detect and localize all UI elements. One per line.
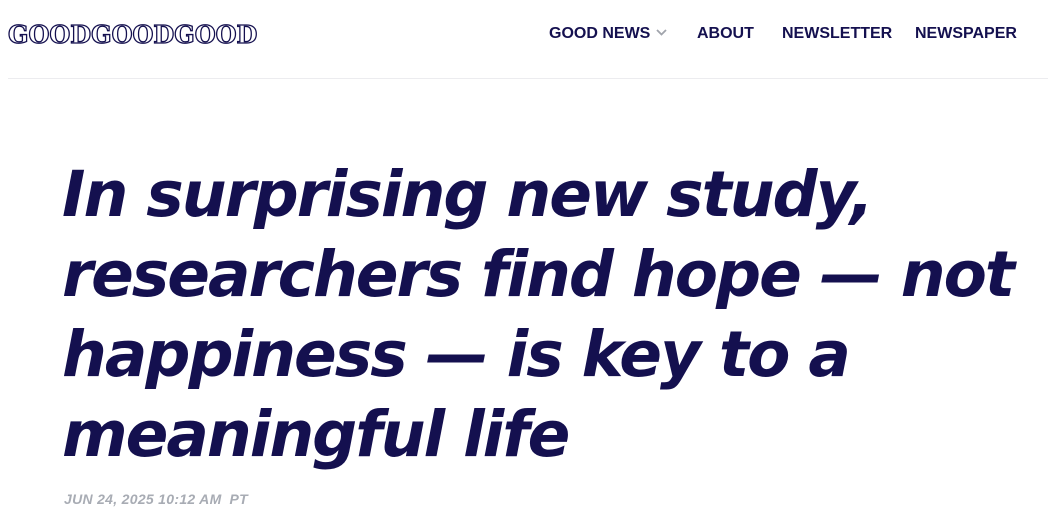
publish-date: JUN 24, 2025 10:12 AM: [64, 491, 222, 507]
chevron-down-icon: [656, 21, 667, 43]
nav-newspaper[interactable]: NEWSPAPER: [915, 23, 1017, 45]
article-headline: In surprising new study, researchers fin…: [62, 158, 1015, 471]
nav-good-news-label: GOOD NEWS: [549, 25, 651, 43]
nav-good-news[interactable]: GOOD NEWS: [549, 23, 667, 45]
nav-newsletter[interactable]: NEWSLETTER: [782, 23, 892, 45]
article-meta: JUN 24, 2025 10:12 AM PT: [64, 490, 248, 508]
main-nav: GOOD NEWS ABOUT NEWSLETTER NEWSPAPER: [0, 23, 1049, 45]
publish-timezone: PT: [229, 491, 249, 507]
header-divider: [8, 78, 1048, 79]
nav-about[interactable]: ABOUT: [697, 23, 754, 45]
site-header: GOODGOODGOOD GOOD NEWS ABOUT NEWSLETTER …: [0, 0, 1049, 78]
